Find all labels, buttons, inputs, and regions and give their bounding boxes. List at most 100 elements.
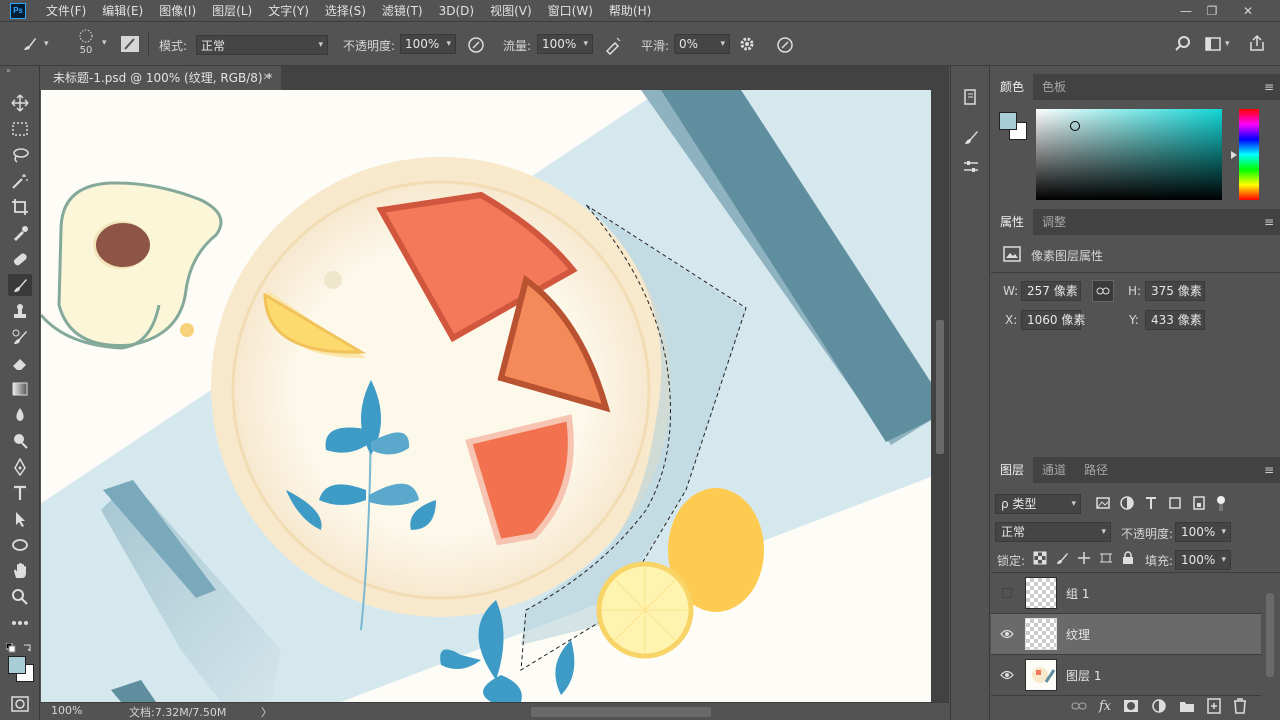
layer-name[interactable]: 图层 1 <box>1066 667 1101 684</box>
color-field[interactable] <box>1036 109 1222 200</box>
smoothing-settings-button[interactable] <box>738 35 756 53</box>
type-icon[interactable] <box>8 482 32 504</box>
filter-toggle-icon[interactable] <box>1215 495 1227 513</box>
hand-icon[interactable] <box>8 560 32 582</box>
panel-foreground-swatch[interactable] <box>999 112 1017 130</box>
vertical-scroll-thumb[interactable] <box>936 320 944 454</box>
eyedropper-icon[interactable] <box>8 222 32 244</box>
marquee-icon[interactable] <box>8 118 32 140</box>
document-tab[interactable]: 未标题-1.psd @ 100% (纹理, RGB/8) * ✕ <box>41 66 281 90</box>
fill-field[interactable]: 100% ▾ <box>1175 550 1231 570</box>
pressure-opacity-toggle[interactable] <box>466 35 486 55</box>
filter-pixel-icon[interactable] <box>1095 495 1111 511</box>
height-field[interactable]: 375 像素 <box>1145 281 1205 301</box>
eraser-icon[interactable] <box>8 352 32 374</box>
healing-brush-icon[interactable] <box>8 248 32 270</box>
menu-type[interactable]: 文字(Y) <box>260 0 317 22</box>
close-tab-icon[interactable]: ✕ <box>263 66 271 90</box>
color-panel-swatches[interactable] <box>999 112 1029 142</box>
more-tools-icon[interactable] <box>8 612 32 634</box>
close-window-button[interactable]: ✕ <box>1230 0 1266 22</box>
pressure-size-toggle[interactable] <box>775 35 795 55</box>
lock-transparent-icon[interactable] <box>1033 551 1047 565</box>
zoom-level[interactable]: 100% <box>51 704 82 717</box>
menu-window[interactable]: 窗口(W) <box>540 0 601 22</box>
zoom-icon[interactable] <box>8 586 32 608</box>
tab-adjustments[interactable]: 调整 <box>1033 209 1075 235</box>
new-adjustment-icon[interactable] <box>1151 698 1167 714</box>
menu-edit[interactable]: 编辑(E) <box>94 0 151 22</box>
clone-stamp-icon[interactable] <box>8 300 32 322</box>
quick-mask-icon[interactable] <box>11 696 29 715</box>
filter-smart-object-icon[interactable] <box>1191 495 1207 511</box>
crop-icon[interactable] <box>8 196 32 218</box>
tab-paths[interactable]: 路径 <box>1075 457 1117 483</box>
color-swatches[interactable] <box>8 656 36 684</box>
brush-presets-icon[interactable] <box>962 128 980 149</box>
dodge-icon[interactable] <box>8 430 32 452</box>
tab-swatches[interactable]: 色板 <box>1033 74 1075 100</box>
pen-icon[interactable] <box>8 456 32 478</box>
menu-filter[interactable]: 滤镜(T) <box>374 0 431 22</box>
link-icon[interactable] <box>1092 280 1114 302</box>
gradient-icon[interactable] <box>8 378 32 400</box>
blend-mode-select[interactable]: 正常 ▾ <box>995 522 1111 542</box>
link-layers-icon[interactable] <box>1071 701 1087 711</box>
magic-wand-icon[interactable] <box>8 170 32 192</box>
path-select-icon[interactable] <box>8 508 32 530</box>
brush-tool-preset[interactable]: ▾ <box>20 34 49 54</box>
tab-layers[interactable]: 图层 <box>991 457 1034 483</box>
tab-properties[interactable]: 属性 <box>991 209 1034 235</box>
layer-row-group1[interactable]: 组 1 <box>991 573 1261 614</box>
menu-3d[interactable]: 3D(D) <box>431 0 482 22</box>
lock-all-icon[interactable] <box>1121 551 1135 565</box>
layer-opacity-field[interactable]: 100% ▾ <box>1175 522 1231 542</box>
filter-adjustment-icon[interactable] <box>1119 495 1135 511</box>
share-button[interactable] <box>1248 34 1266 52</box>
foreground-color-swatch[interactable] <box>8 656 26 674</box>
mode-select[interactable]: 正常 ▾ <box>196 35 328 55</box>
default-colors-icon[interactable] <box>5 642 34 653</box>
status-menu-arrow[interactable]: 〉 <box>261 704 272 720</box>
brush-size-dropdown[interactable]: ▾ <box>102 38 107 48</box>
fx-icon[interactable]: fx <box>1099 699 1111 714</box>
eye-icon[interactable] <box>999 668 1015 682</box>
brush-settings-toggle[interactable] <box>120 35 140 53</box>
menu-file[interactable]: 文件(F) <box>38 0 94 22</box>
layers-menu-icon[interactable]: ≡ <box>1264 463 1274 477</box>
menu-layer[interactable]: 图层(L) <box>204 0 260 22</box>
canvas-area[interactable] <box>41 90 949 702</box>
tab-channels[interactable]: 通道 <box>1033 457 1075 483</box>
visibility-off-icon[interactable] <box>999 586 1015 600</box>
layer-name[interactable]: 纹理 <box>1066 626 1090 643</box>
layer-name[interactable]: 组 1 <box>1066 585 1089 602</box>
adjustments-icon[interactable] <box>962 158 980 179</box>
brush-size-picker[interactable]: 50 <box>74 26 98 56</box>
flow-field[interactable]: 100% ▾ <box>537 34 593 54</box>
filter-shape-icon[interactable] <box>1167 495 1183 511</box>
menu-view[interactable]: 视图(V) <box>482 0 540 22</box>
blur-icon[interactable] <box>8 404 32 426</box>
menu-help[interactable]: 帮助(H) <box>601 0 659 22</box>
new-group-icon[interactable] <box>1179 699 1195 713</box>
lock-artboard-icon[interactable] <box>1099 551 1113 565</box>
brush-tool-icon[interactable] <box>8 274 32 296</box>
horizontal-scroll-thumb[interactable] <box>531 707 711 717</box>
layer-row-texture[interactable]: 纹理 <box>991 614 1261 655</box>
hue-slider-handle[interactable] <box>1231 151 1237 159</box>
properties-menu-icon[interactable]: ≡ <box>1264 215 1274 229</box>
opacity-field[interactable]: 100% ▾ <box>400 34 456 54</box>
y-field[interactable]: 433 像素 <box>1145 310 1205 330</box>
menu-select[interactable]: 选择(S) <box>317 0 374 22</box>
vertical-scrollbar[interactable] <box>931 90 949 702</box>
new-layer-icon[interactable] <box>1207 698 1221 714</box>
restore-button[interactable]: ❐ <box>1194 0 1230 22</box>
history-panel-icon[interactable] <box>962 88 980 109</box>
smoothing-field[interactable]: 0% ▾ <box>674 34 730 54</box>
add-mask-icon[interactable] <box>1123 699 1139 713</box>
tab-color[interactable]: 颜色 <box>991 74 1034 100</box>
color-picker-cursor[interactable] <box>1070 121 1080 131</box>
ellipse-icon[interactable] <box>8 534 32 556</box>
filter-type-icon[interactable] <box>1143 495 1159 511</box>
panel-menu-icon[interactable]: ≡ <box>1264 80 1274 94</box>
